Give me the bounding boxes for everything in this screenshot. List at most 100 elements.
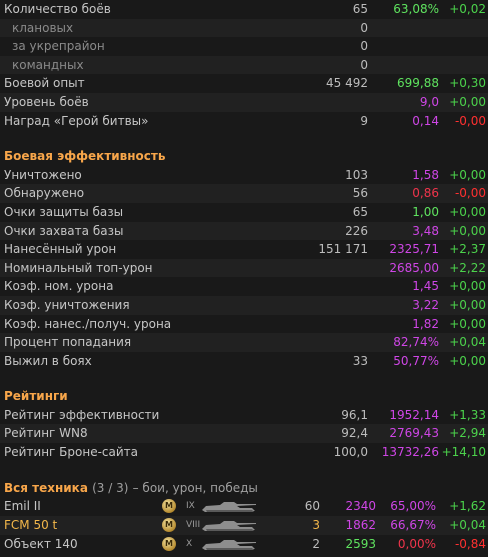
stat-value: 9: [360, 113, 368, 128]
vehicle-damage: 2340: [345, 499, 376, 514]
stat-row: Коэф. нанес./получ. урона 1,82 +0,00: [0, 315, 488, 334]
stat-value: 0: [360, 57, 368, 72]
stat-label: за укрепрайон: [12, 39, 105, 54]
stat-row: клановых 0: [0, 18, 488, 38]
stat-delta: +14,10: [441, 445, 486, 460]
stat-row: Обнаружено 56 0,86 -0,00: [0, 184, 488, 203]
vehicle-delta: -0,84: [454, 537, 486, 552]
stat-value: 0: [360, 20, 368, 35]
stat-label: Количество боёв: [4, 2, 111, 16]
stat-delta: +0,02: [449, 2, 486, 16]
stat-delta: +0,00: [449, 94, 486, 109]
stat-delta: +1,33: [449, 407, 486, 422]
stat-average: 1,82: [412, 316, 439, 331]
stat-value: 56: [352, 186, 368, 201]
stat-row: Процент попадания 82,74% +0,04: [0, 333, 488, 352]
vehicle-count: (3 / 3): [92, 480, 129, 495]
stat-value: 45 492: [326, 76, 368, 91]
stat-row: Номинальный топ-урон 2685,00 +2,22: [0, 258, 488, 278]
stat-average: 0,14: [412, 113, 439, 128]
stat-row: Количество боёв 65 63,08% +0,02: [0, 0, 488, 19]
vehicle-delta: +0,04: [449, 518, 486, 533]
stat-row: Уровень боёв 9,0 +0,00: [0, 92, 488, 112]
vehicle-row: Emil II M IX 60 2340 65,00% +1,62: [0, 497, 488, 516]
stat-average: 0,86: [412, 186, 439, 201]
stat-row: Наград «Герой битвы» 9 0,14 -0,00: [0, 112, 488, 131]
stat-delta: +0,00: [449, 353, 486, 368]
stat-label: Рейтинг WN8: [4, 426, 88, 441]
stat-average: 699,88: [397, 76, 439, 91]
vehicle-list: Emil II M IX 60 2340 65,00% +1,62 FCM 50 t M VIII…: [0, 497, 488, 554]
stat-value: 33: [352, 353, 368, 368]
stat-label: Боевой опыт: [4, 76, 85, 91]
stat-value: 65: [352, 2, 368, 16]
vehicle-winrate: 66,67%: [390, 518, 436, 533]
stat-label: Уровень боёв: [4, 94, 89, 109]
stat-value: 151 171: [318, 242, 368, 257]
stat-label: Очки захвата базы: [4, 223, 124, 238]
stat-value: 65: [352, 204, 368, 219]
stat-label: Выжил в боях: [4, 353, 92, 368]
stat-delta: +0,00: [449, 204, 486, 219]
stat-label: Коэф. уничтожения: [4, 297, 130, 312]
statistics-panel: Количество боёв 65 63,08% +0,02 клановых 0 за …: [0, 0, 488, 552]
vehicle-tier: VIII: [186, 520, 201, 531]
stat-label: Уничтожено: [4, 167, 82, 182]
vehicle-damage: 1862: [345, 518, 376, 533]
stat-row: Боевой опыт 45 492 699,88 +0,30: [0, 74, 488, 93]
stat-row: Коэф. ном. урона 1,45 +0,00: [0, 277, 488, 296]
ratings-stats: Рейтинг эффективности 96,1 1952,14 +1,33 Рей…: [0, 406, 488, 462]
stat-delta: +0,00: [449, 279, 486, 294]
vehicle-row: Объект 140 M X 2 2593 0,00% -0,84: [0, 535, 488, 554]
stat-row: Рейтинг WN8 92,4 2769,43 +2,94: [0, 424, 488, 444]
mastery-badge-icon: M: [162, 499, 176, 514]
stat-average: 1952,14: [389, 407, 439, 422]
stat-delta: +0,00: [449, 167, 486, 182]
stat-row: Очки захвата базы 226 3,48 +0,00: [0, 221, 488, 241]
vehicle-tier: IX: [186, 501, 195, 512]
stat-label: Наград «Герой битвы»: [4, 113, 149, 128]
vehicle-battles: 2: [312, 537, 320, 552]
mastery-badge-icon: M: [162, 537, 176, 552]
section-title: Боевая эффективность: [4, 149, 166, 164]
stat-value: 92,4: [341, 426, 368, 441]
vehicle-damage: 2593: [345, 537, 376, 552]
vehicle-name: Emil II: [4, 499, 41, 514]
stat-delta: +2,22: [449, 260, 486, 275]
section-title: Вся техника: [4, 480, 88, 495]
mastery-badge-icon: M: [162, 518, 176, 533]
stat-row: Выжил в боях 33 50,77% +0,00: [0, 352, 488, 371]
stat-delta: +2,94: [449, 426, 486, 441]
stat-delta: +0,04: [449, 335, 486, 350]
stat-average: 9,0: [419, 94, 439, 109]
stat-value: 226: [345, 223, 368, 238]
stat-delta: +0,00: [449, 297, 486, 312]
stat-delta: +0,30: [449, 76, 486, 91]
stat-average: 3,22: [412, 297, 439, 312]
stat-value: 96,1: [341, 407, 368, 422]
stat-value: 100,0: [333, 445, 368, 460]
stat-average: 2325,71: [389, 242, 439, 257]
section-header-efficiency: Боевая эффективность: [0, 147, 488, 166]
stat-delta: +2,37: [449, 242, 486, 257]
stat-label: Рейтинг эффективности: [4, 407, 160, 422]
stat-row: Коэф. уничтожения 3,22 +0,00: [0, 295, 488, 315]
vehicle-winrate: 65,00%: [390, 499, 436, 514]
stat-label: Коэф. нанес./получ. урона: [4, 316, 172, 331]
stat-average: 50,77%: [393, 353, 439, 368]
stat-row: Рейтинг Броне-сайта 100,0 13732,26 +14,10: [0, 443, 488, 462]
stat-average: 3,48: [412, 223, 439, 238]
stat-delta: -0,00: [454, 113, 486, 128]
stat-delta: -0,00: [454, 186, 486, 201]
stat-label: Процент попадания: [4, 335, 132, 350]
vehicle-name: FCM 50 t: [4, 518, 58, 533]
stat-row: Рейтинг эффективности 96,1 1952,14 +1,33: [0, 406, 488, 425]
stat-row: командных 0: [0, 55, 488, 75]
section-header-ratings: Рейтинги: [0, 387, 488, 406]
vehicle-tier: X: [186, 539, 193, 550]
stat-row: Очки защиты базы 65 1,00 +0,00: [0, 203, 488, 222]
stat-delta: +0,00: [449, 223, 486, 238]
tank-icon: [200, 538, 258, 557]
stat-label: Очки защиты базы: [4, 204, 124, 219]
stat-average: 1,00: [412, 204, 439, 219]
